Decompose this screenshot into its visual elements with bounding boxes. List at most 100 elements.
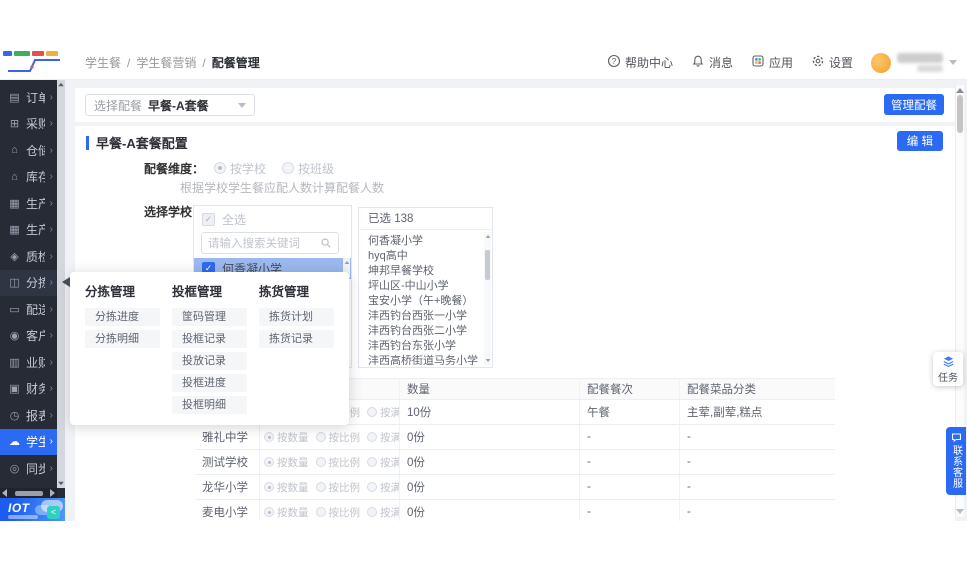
scroll-thumb[interactable] bbox=[957, 95, 963, 133]
manage-meal-button[interactable]: 管理配餐 bbox=[884, 94, 944, 115]
dimension-option-按学校[interactable]: 按学校 bbox=[214, 160, 266, 177]
mode-option-按比例[interactable]: 按比例 bbox=[316, 430, 361, 445]
breadcrumb-item[interactable]: 学生餐 bbox=[85, 54, 121, 71]
mode-option-按满赠[interactable]: 按满赠 bbox=[367, 430, 400, 445]
sidebar-item-biz-finance[interactable]: ▥业财› bbox=[0, 349, 57, 376]
radio-unselected-icon[interactable] bbox=[282, 162, 294, 174]
mode-option-按满赠[interactable]: 按满赠 bbox=[367, 480, 400, 495]
mode-option-按比例[interactable]: 按比例 bbox=[316, 505, 361, 520]
selected-school-item[interactable]: 沣西高桥街道马务小学 bbox=[368, 354, 483, 365]
cell-school-name: 麦电小学 bbox=[195, 500, 260, 521]
scroll-down-icon[interactable] bbox=[58, 482, 64, 486]
sidebar-item-procurement[interactable]: ⊞采购› bbox=[0, 111, 57, 138]
selected-school-item[interactable]: hyq高中 bbox=[368, 249, 483, 264]
sidebar-item-warehouse[interactable]: ⌂仓储› bbox=[0, 137, 57, 164]
sidebar-item-production-2[interactable]: ▦生产› bbox=[0, 217, 57, 244]
selected-count: 已选 138 bbox=[359, 208, 492, 230]
mode-option-按满赠[interactable]: 按满赠 bbox=[367, 405, 400, 420]
radio-selected-icon[interactable] bbox=[214, 162, 226, 174]
sidebar-item-finance[interactable]: ▣财务› bbox=[0, 376, 57, 403]
scroll-right-icon[interactable] bbox=[50, 489, 55, 497]
sidebar-item-sync[interactable]: ◎同步› bbox=[0, 455, 57, 482]
radio-unselected-icon[interactable] bbox=[316, 482, 326, 492]
popup-menu-item[interactable]: 分拣明细 bbox=[85, 330, 160, 348]
radio-unselected-icon[interactable] bbox=[367, 407, 377, 417]
popup-menu-item[interactable]: 拣货计划 bbox=[259, 308, 334, 326]
radio-unselected-icon[interactable] bbox=[316, 507, 326, 517]
meal-select-value: 早餐-A套餐 bbox=[148, 97, 232, 114]
popup-menu-item[interactable]: 投框进度 bbox=[172, 374, 247, 392]
popup-menu-item[interactable]: 分拣进度 bbox=[85, 308, 160, 326]
checkbox-checked-icon[interactable] bbox=[202, 213, 215, 226]
scroll-up-icon[interactable] bbox=[58, 83, 64, 87]
sidebar-item-inventory[interactable]: ⌂库存› bbox=[0, 164, 57, 191]
scroll-up-icon[interactable] bbox=[956, 88, 964, 93]
popup-menu-item[interactable]: 投放记录 bbox=[172, 352, 247, 370]
mode-option-按数量[interactable]: 按数量 bbox=[264, 430, 309, 445]
selected-school-item[interactable]: 坪山区-中山小学 bbox=[368, 279, 483, 294]
hscroll-thumb[interactable] bbox=[15, 491, 43, 496]
radio-unselected-icon[interactable] bbox=[367, 482, 377, 492]
user-menu[interactable] bbox=[871, 53, 957, 73]
radio-selected-icon[interactable] bbox=[264, 432, 274, 442]
school-search-input[interactable]: 请输入搜索关键词 bbox=[201, 232, 339, 254]
sidebar-item-sorting[interactable]: ◫分拣› bbox=[0, 270, 57, 297]
selected-school-item[interactable]: 沣西钓台西张一小学 bbox=[368, 309, 483, 324]
breadcrumb-item[interactable]: 学生餐营销 bbox=[136, 54, 196, 71]
scroll-up-icon[interactable] bbox=[344, 261, 349, 264]
radio-unselected-icon[interactable] bbox=[367, 507, 377, 517]
mode-option-按满赠[interactable]: 按满赠 bbox=[367, 455, 400, 470]
sidebar-item-reports[interactable]: ◷报表› bbox=[0, 402, 57, 429]
radio-selected-icon[interactable] bbox=[264, 507, 274, 517]
radio-selected-icon[interactable] bbox=[264, 457, 274, 467]
scroll-down-icon[interactable] bbox=[956, 509, 964, 514]
header-nav-消息[interactable]: 消息 bbox=[691, 54, 733, 71]
selected-school-item[interactable]: 坤邦早餐学校 bbox=[368, 264, 483, 279]
meal-select[interactable]: 选择配餐 早餐-A套餐 bbox=[85, 94, 255, 116]
sidebar-item-delivery[interactable]: ▭配送› bbox=[0, 296, 57, 323]
sidebar-item-quality[interactable]: ◈质检› bbox=[0, 243, 57, 270]
avatar[interactable] bbox=[871, 53, 891, 73]
iot-banner[interactable]: IOT < bbox=[0, 498, 65, 521]
sidebar-item-orders[interactable]: ▤订单› bbox=[0, 84, 57, 111]
header-nav-帮助中心[interactable]: ?帮助中心 bbox=[607, 54, 673, 71]
selected-school-item[interactable]: 沣西钓台东张小学 bbox=[368, 339, 483, 354]
edit-button[interactable]: 编 辑 bbox=[897, 131, 943, 151]
popup-menu-item[interactable]: 投框明细 bbox=[172, 396, 247, 414]
mode-option-按满赠[interactable]: 按满赠 bbox=[367, 505, 400, 520]
select-all-row[interactable]: 全选 bbox=[194, 208, 351, 230]
popup-menu-item[interactable]: 筐码管理 bbox=[172, 308, 247, 326]
radio-unselected-icon[interactable] bbox=[367, 432, 377, 442]
sidebar-hscrollbar[interactable] bbox=[0, 488, 57, 498]
radio-unselected-icon[interactable] bbox=[316, 432, 326, 442]
dimension-option-按班级[interactable]: 按班级 bbox=[282, 160, 334, 177]
popup-menu-item[interactable]: 拣货记录 bbox=[259, 330, 334, 348]
selected-list-scrollbar[interactable] bbox=[484, 232, 491, 365]
chevron-down-icon[interactable] bbox=[949, 60, 957, 65]
sidebar-item-production-1[interactable]: ▦生产› bbox=[0, 190, 57, 217]
mode-option-按比例[interactable]: 按比例 bbox=[316, 480, 361, 495]
sidebar-item-customers[interactable]: ◉客户› bbox=[0, 323, 57, 350]
search-icon[interactable] bbox=[320, 237, 332, 249]
scroll-thumb[interactable] bbox=[485, 250, 490, 280]
contact-service-widget[interactable]: 联系客服 bbox=[946, 427, 966, 495]
selected-school-item[interactable]: 宝安小学（午+晚餐） bbox=[368, 294, 483, 309]
mode-option-按数量[interactable]: 按数量 bbox=[264, 455, 309, 470]
scroll-left-icon[interactable] bbox=[2, 489, 7, 497]
sorting-submenu-popup: 分拣管理分拣进度分拣明细投框管理筐码管理投框记录投放记录投框进度投框明细拣货管理… bbox=[70, 272, 349, 425]
scroll-down-icon[interactable] bbox=[485, 359, 490, 362]
radio-unselected-icon[interactable] bbox=[316, 457, 326, 467]
selected-school-item[interactable]: 沣西钓台西张二小学 bbox=[368, 324, 483, 339]
header-nav-设置[interactable]: 设置 bbox=[811, 54, 853, 71]
header-nav-应用[interactable]: 应用 bbox=[751, 54, 793, 71]
popup-menu-item[interactable]: 投框记录 bbox=[172, 330, 247, 348]
task-widget[interactable]: 任务 bbox=[933, 352, 963, 386]
scroll-up-icon[interactable] bbox=[485, 235, 490, 238]
selected-school-item[interactable]: 何香凝小学 bbox=[368, 234, 483, 249]
mode-option-按数量[interactable]: 按数量 bbox=[264, 480, 309, 495]
radio-selected-icon[interactable] bbox=[264, 482, 274, 492]
sidebar-item-student-meals[interactable]: ☁学生餐› bbox=[0, 429, 57, 456]
mode-option-按数量[interactable]: 按数量 bbox=[264, 505, 309, 520]
mode-option-按比例[interactable]: 按比例 bbox=[316, 455, 361, 470]
radio-unselected-icon[interactable] bbox=[367, 457, 377, 467]
